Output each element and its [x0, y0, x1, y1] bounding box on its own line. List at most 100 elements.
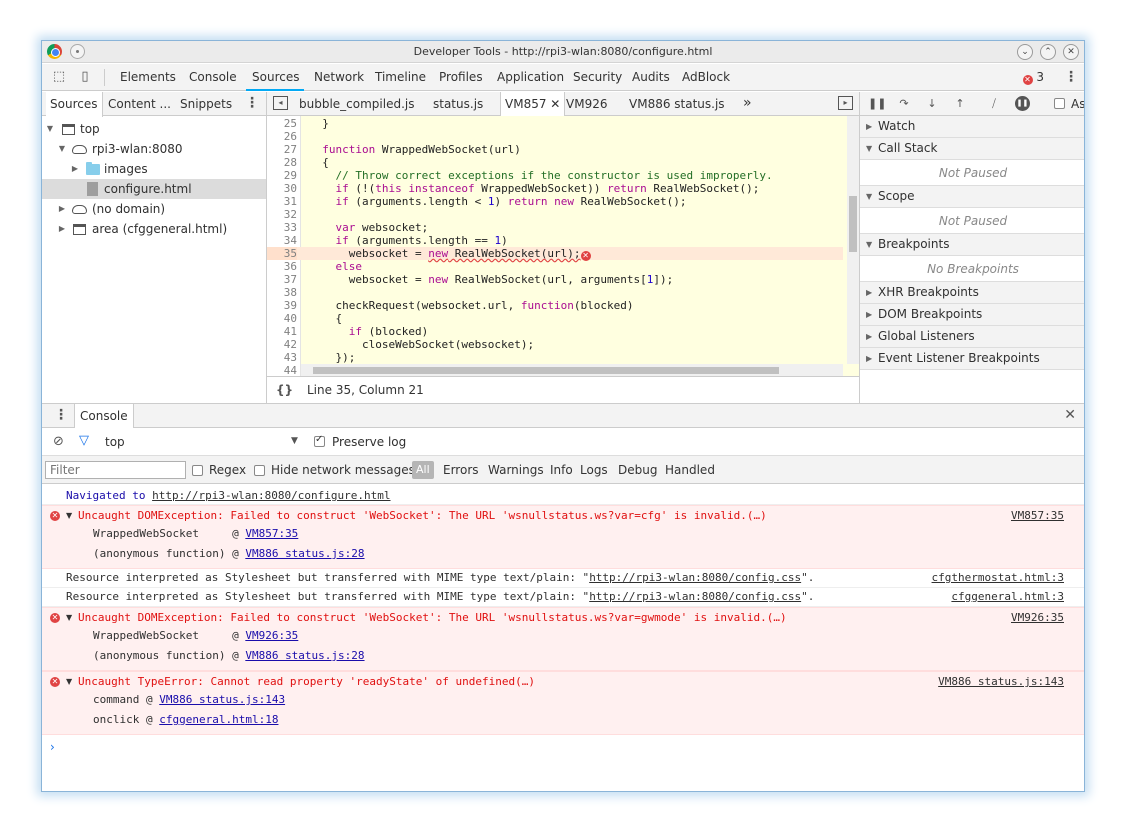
line-number[interactable]: 26: [267, 130, 297, 143]
tab-security[interactable]: Security: [573, 70, 622, 84]
code-line[interactable]: 27 function WrappedWebSocket(url): [267, 143, 843, 156]
stack-frame-link[interactable]: VM857:35: [245, 527, 298, 540]
tree-item-configure-html[interactable]: configure.html: [42, 179, 266, 199]
section-watch[interactable]: ▶ Watch: [860, 116, 1084, 138]
maximize-chevron-up-icon[interactable]: ⌃: [1040, 44, 1056, 60]
pause-icon[interactable]: ❚❚: [868, 96, 886, 112]
collapsed-triangle-icon[interactable]: ▶: [866, 348, 872, 369]
editor-tab-bubble-compiled[interactable]: bubble_compiled.js: [299, 97, 415, 111]
line-number[interactable]: 32: [267, 208, 297, 221]
resource-source-link[interactable]: cfggeneral.html:3: [951, 588, 1064, 606]
tree-item-no-domain[interactable]: ▶ (no domain): [42, 199, 266, 219]
section-xhr-breakpoints[interactable]: ▶ XHR Breakpoints: [860, 282, 1084, 304]
filter-icon[interactable]: ▽: [79, 433, 89, 448]
tab-adblock[interactable]: AdBlock: [682, 70, 730, 84]
stack-frame-link[interactable]: cfggeneral.html:18: [159, 713, 278, 726]
editor-tab-vm926[interactable]: VM926: [566, 97, 607, 111]
nav-tab-sources[interactable]: Sources: [46, 92, 104, 117]
level-errors[interactable]: Errors: [443, 463, 479, 477]
expanded-triangle-icon[interactable]: ▼: [866, 234, 872, 255]
context-dropdown-icon[interactable]: ▼: [291, 436, 298, 446]
error-count-badge[interactable]: ✕ 3: [1022, 70, 1044, 85]
tab-console[interactable]: Console: [189, 70, 237, 84]
level-handled[interactable]: Handled: [665, 463, 715, 477]
level-all[interactable]: All: [412, 461, 434, 479]
vertical-scroll-thumb[interactable]: [849, 196, 857, 252]
collapsed-triangle-icon[interactable]: ▶: [866, 282, 872, 303]
resource-url-link[interactable]: http://rpi3-wlan:8080/config.css: [589, 571, 801, 584]
resource-source-link[interactable]: cfgthermostat.html:3: [932, 569, 1064, 587]
tab-network[interactable]: Network: [314, 70, 364, 84]
level-logs[interactable]: Logs: [580, 463, 608, 477]
code-line[interactable]: 39 checkRequest(websocket.url, function(…: [267, 299, 843, 312]
console-prompt[interactable]: ›: [50, 740, 55, 754]
code-area[interactable]: 25 } 26 27 function WrappedWebSocket(url) 2…: [267, 116, 859, 376]
more-tabs-icon[interactable]: »: [743, 95, 752, 111]
code-line[interactable]: 25 }: [267, 117, 843, 130]
tab-timeline[interactable]: Timeline: [375, 70, 426, 84]
drawer-menu-icon[interactable]: ⋮: [54, 407, 68, 423]
step-out-icon[interactable]: ↑: [952, 96, 968, 112]
expanded-triangle-icon[interactable]: ▼: [57, 139, 67, 159]
close-window-icon[interactable]: ✕: [1063, 44, 1079, 60]
line-number[interactable]: 33: [267, 221, 297, 234]
horizontal-scroll-thumb[interactable]: [313, 367, 779, 374]
expanded-triangle-icon[interactable]: ▼: [45, 119, 55, 139]
code-line[interactable]: 37 websocket = new RealWebSocket(url, ar…: [267, 273, 843, 286]
section-scope[interactable]: ▼ Scope: [860, 186, 1084, 208]
expanded-triangle-icon[interactable]: ▼: [66, 511, 72, 520]
regex-checkbox[interactable]: [192, 465, 203, 476]
minimize-chevron-down-icon[interactable]: ⌄: [1017, 44, 1033, 60]
pause-on-exceptions-icon[interactable]: ❚❚: [1015, 96, 1030, 111]
code-line[interactable]: 40 {: [267, 312, 843, 325]
stack-frame-link[interactable]: VM886 status.js:28: [245, 649, 364, 662]
level-warnings[interactable]: Warnings: [488, 463, 544, 477]
expanded-triangle-icon[interactable]: ▼: [66, 613, 72, 622]
line-number[interactable]: 34: [267, 234, 297, 247]
expanded-triangle-icon[interactable]: ▼: [866, 186, 872, 207]
code-line[interactable]: 26: [267, 130, 843, 143]
tab-application[interactable]: Application: [497, 70, 564, 84]
line-number[interactable]: 29: [267, 169, 297, 182]
async-checkbox[interactable]: [1054, 98, 1065, 109]
section-dom-breakpoints[interactable]: ▶ DOM Breakpoints: [860, 304, 1084, 326]
line-number[interactable]: 41: [267, 325, 297, 338]
line-number[interactable]: 25: [267, 117, 297, 130]
clear-console-icon[interactable]: ⊘: [53, 434, 64, 449]
drawer-tab-console[interactable]: Console: [74, 404, 134, 429]
editor-tab-vm886-status[interactable]: VM886 status.js: [629, 97, 725, 111]
hide-network-checkbox[interactable]: [254, 465, 265, 476]
navigator-menu-icon[interactable]: ⋮: [245, 95, 259, 111]
nav-tab-content-scripts[interactable]: Content ...: [108, 97, 171, 111]
expanded-triangle-icon[interactable]: ▼: [866, 138, 872, 159]
collapsed-triangle-icon[interactable]: ▶: [57, 199, 67, 219]
error-source-link[interactable]: VM857:35: [1011, 507, 1064, 525]
line-number[interactable]: 35: [267, 247, 297, 260]
collapsed-triangle-icon[interactable]: ▶: [866, 304, 872, 325]
stack-frame-link[interactable]: VM886 status.js:28: [245, 547, 364, 560]
code-line[interactable]: 33 var websocket;: [267, 221, 843, 234]
step-over-icon[interactable]: ↷: [896, 96, 912, 112]
section-call-stack[interactable]: ▼ Call Stack: [860, 138, 1084, 160]
deactivate-breakpoints-icon[interactable]: ⧸: [986, 96, 1002, 112]
error-source-link[interactable]: VM926:35: [1011, 609, 1064, 627]
line-number[interactable]: 36: [267, 260, 297, 273]
tree-item-area[interactable]: ▶ area (cfggeneral.html): [42, 219, 266, 239]
toggle-debugger-icon[interactable]: ▸: [838, 96, 853, 110]
horizontal-scrollbar[interactable]: [301, 364, 843, 376]
navigated-url-link[interactable]: http://rpi3-wlan:8080/configure.html: [152, 489, 390, 502]
code-line[interactable]: 38: [267, 286, 843, 299]
tree-item-top[interactable]: ▼ top: [42, 119, 266, 139]
line-number[interactable]: 39: [267, 299, 297, 312]
code-line[interactable]: 31 if (arguments.length < 1) return new …: [267, 195, 843, 208]
section-event-listener-breakpoints[interactable]: ▶ Event Listener Breakpoints: [860, 348, 1084, 370]
code-line[interactable]: 29 // Throw correct exceptions if the co…: [267, 169, 843, 182]
inspect-element-icon[interactable]: ⬚: [51, 69, 67, 85]
line-number[interactable]: 42: [267, 338, 297, 351]
line-number[interactable]: 38: [267, 286, 297, 299]
section-global-listeners[interactable]: ▶ Global Listeners: [860, 326, 1084, 348]
tab-elements[interactable]: Elements: [120, 70, 176, 84]
level-debug[interactable]: Debug: [618, 463, 657, 477]
code-line[interactable]: 43 });: [267, 351, 843, 364]
tree-item-origin[interactable]: ▼ rpi3-wlan:8080: [42, 139, 266, 159]
